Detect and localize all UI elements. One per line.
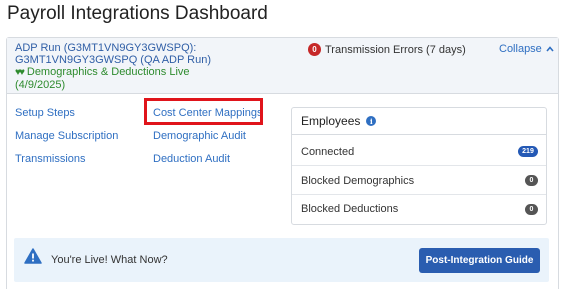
employees-row-label: Blocked Deductions (301, 203, 399, 215)
transmission-errors-label: Transmission Errors (7 days) (325, 43, 466, 56)
page-title: Payroll Integrations Dashboard (7, 3, 268, 24)
employees-panel: Employees i Connected 219 Blocked Demogr… (291, 107, 547, 225)
chevron-up-icon (546, 44, 554, 54)
post-integration-guide-button[interactable]: Post-Integration Guide (419, 248, 540, 273)
manage-subscription-link[interactable]: Manage Subscription (15, 130, 118, 142)
live-banner: You're Live! What Now? Post-Integration … (14, 238, 549, 282)
employees-row-label: Connected (301, 145, 355, 158)
live-status-label: Demographics & Deductions Live (26, 66, 190, 78)
leaf-icon: ♥♥ (15, 66, 25, 78)
employees-count-badge: 0 (525, 203, 538, 215)
demographic-audit-link[interactable]: Demographic Audit (153, 130, 246, 142)
integration-card-header: ADP Run (G3MT1VN9GY3GWSPQ): G3MT1VN9GY3G… (7, 38, 558, 94)
transmissions-link[interactable]: Transmissions (15, 153, 86, 165)
collapse-button[interactable]: Collapse (499, 43, 554, 55)
employees-title: Employees (301, 114, 361, 128)
employees-row-label: Blocked Demographics (301, 174, 415, 187)
collapse-label: Collapse (499, 43, 542, 55)
info-icon[interactable]: i (366, 116, 377, 126)
banner-message: You're Live! What Now? (51, 254, 168, 266)
employees-row: Connected 219 (292, 138, 546, 166)
deduction-audit-link[interactable]: Deduction Audit (153, 153, 230, 165)
live-status-date: (4/9/2025) (15, 79, 66, 91)
transmission-errors: 0 Transmission Errors (7 days) (308, 43, 466, 56)
employees-header: Employees i (292, 108, 546, 135)
employees-row: Blocked Deductions 0 (292, 195, 546, 223)
highlight-box (144, 98, 263, 125)
employees-count-badge: 219 (518, 146, 538, 157)
warning-icon (24, 248, 42, 264)
live-status: ♥♥ Demographics & Deductions Live (15, 66, 190, 78)
integration-name: ADP Run (G3MT1VN9GY3GWSPQ): G3MT1VN9GY3G… (15, 42, 212, 66)
setup-steps-link[interactable]: Setup Steps (15, 107, 75, 119)
error-count-badge: 0 (308, 43, 321, 56)
employees-row: Blocked Demographics 0 (292, 167, 546, 195)
employees-count-badge: 0 (525, 175, 538, 186)
